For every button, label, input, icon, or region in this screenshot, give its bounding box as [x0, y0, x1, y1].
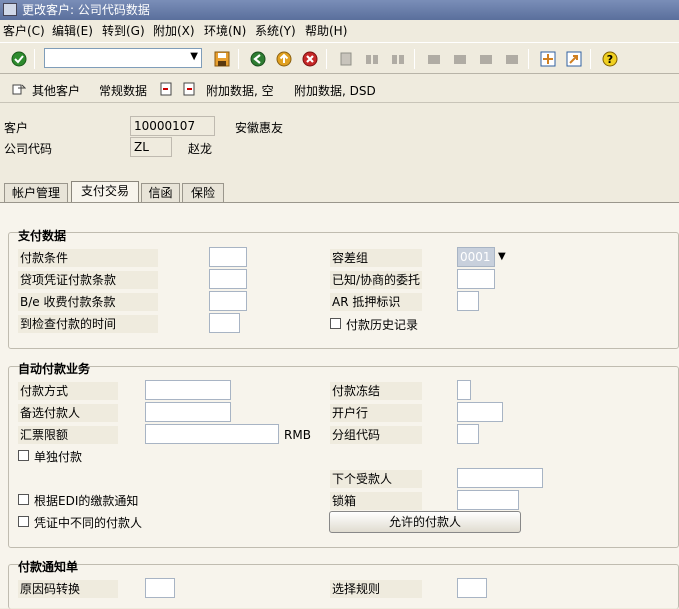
page-right-icon[interactable] [182, 82, 196, 96]
selection-rule-label: 选择规则 [330, 580, 422, 598]
tab-correspondence[interactable]: 信函 [141, 183, 180, 203]
tolerance-group-label: 容差组 [330, 249, 422, 267]
known-agent-input[interactable] [457, 269, 495, 289]
check-time-label: 到检查付款的时间 [18, 315, 158, 333]
different-payer-label: 凭证中不同的付款人 [34, 516, 143, 530]
house-bank-input[interactable] [457, 402, 503, 422]
be-charges-terms-input[interactable] [209, 291, 247, 311]
chevron-down-icon[interactable]: ▼ [190, 51, 198, 62]
ar-pledge-label: AR 抵押标识 [330, 293, 422, 311]
tab-panel: 支付数据 付款条件 贷项凭证付款条款 B/e 收费付款条款 到检查付款的时间 容… [0, 202, 679, 609]
print-icon[interactable] [338, 51, 354, 67]
additional-data-dsd-button[interactable]: 附加数据, DSD [294, 82, 376, 99]
credit-memo-terms-input[interactable] [209, 269, 247, 289]
company-code-label: 公司代码 [4, 142, 53, 156]
alternate-payer-label: 备选付款人 [18, 404, 118, 422]
next-payee-input[interactable] [457, 468, 543, 488]
customer-number-field[interactable]: 10000107 [130, 116, 215, 136]
payment-terms-label: 付款条件 [18, 249, 158, 267]
allowed-payer-button[interactable]: 允许的付款人 [329, 511, 521, 533]
known-agent-label: 已知/协商的委托 [330, 271, 422, 289]
last-page-icon[interactable] [504, 51, 520, 67]
menu-help[interactable]: 帮助(H) [305, 20, 347, 42]
new-session-icon[interactable] [540, 51, 556, 67]
menu-edit[interactable]: 编辑(E) [52, 20, 93, 42]
menu-goto[interactable]: 转到(G) [102, 20, 145, 42]
exit-icon[interactable] [276, 51, 292, 67]
tab-account-management[interactable]: 帐户管理 [4, 183, 68, 203]
find-icon[interactable] [364, 51, 380, 67]
chevron-down-icon[interactable]: ▼ [498, 251, 506, 262]
grouping-key-input[interactable] [457, 424, 479, 444]
page-left-icon[interactable] [159, 82, 173, 96]
payment-history-checkbox[interactable] [330, 318, 341, 329]
title-bar: 更改客户: 公司代码数据 [0, 0, 679, 20]
edi-advice-checkbox[interactable] [18, 494, 29, 505]
find-next-icon[interactable] [390, 51, 406, 67]
bill-limit-label: 汇票限额 [18, 426, 118, 444]
tab-payment-transactions[interactable]: 支付交易 [71, 181, 139, 203]
payment-terms-input[interactable] [209, 247, 247, 267]
cancel-icon[interactable] [302, 51, 318, 67]
auto-payment-title: 自动付款业务 [18, 362, 91, 376]
single-payment-checkbox[interactable] [18, 450, 29, 461]
credit-memo-terms-label: 贷项凭证付款条款 [18, 271, 158, 289]
first-page-icon[interactable] [426, 51, 442, 67]
customer-name: 安徽惠友 [235, 121, 284, 135]
additional-data-empty-button[interactable]: 附加数据, 空 [206, 82, 274, 99]
house-bank-label: 开户行 [330, 404, 422, 422]
general-data-button[interactable]: 常规数据 [99, 82, 147, 99]
ar-pledge-input[interactable] [457, 291, 479, 311]
be-charges-terms-label: B/e 收费付款条款 [18, 293, 158, 311]
menu-system[interactable]: 系统(Y) [255, 20, 296, 42]
payment-method-input[interactable] [145, 380, 231, 400]
reason-code-label: 原因码转换 [18, 580, 118, 598]
command-field[interactable]: ▼ [44, 48, 202, 68]
edi-advice-label: 根据EDI的缴款通知 [34, 494, 139, 508]
customer-label: 客户 [4, 121, 29, 135]
alternate-payer-input[interactable] [145, 402, 231, 422]
menu-customer[interactable]: 客户(C) [3, 20, 45, 42]
bill-limit-input[interactable] [145, 424, 279, 444]
different-payer-checkbox[interactable] [18, 516, 29, 527]
next-payee-label: 下个受款人 [330, 470, 422, 488]
single-payment-label: 单独付款 [34, 450, 83, 464]
payment-method-label: 付款方式 [18, 382, 118, 400]
tab-strip: 帐户管理 支付交易 信函 保险 [0, 181, 679, 203]
next-page-icon[interactable] [478, 51, 494, 67]
window-icon [3, 3, 17, 16]
back-icon[interactable] [250, 51, 266, 67]
reason-code-input[interactable] [145, 578, 175, 598]
lockbox-input[interactable] [457, 490, 519, 510]
lockbox-label: 锁箱 [330, 492, 422, 510]
remittance-title: 付款通知单 [18, 560, 79, 574]
payment-history-label: 付款历史记录 [346, 318, 419, 332]
payment-block-input[interactable] [457, 380, 471, 400]
menu-extras[interactable]: 附加(X) [153, 20, 195, 42]
tolerance-group-select[interactable]: 0001 [457, 247, 495, 267]
window-title: 更改客户: 公司代码数据 [22, 3, 150, 17]
company-name: 赵龙 [188, 142, 213, 156]
system-toolbar: ▼ ? [0, 42, 679, 74]
shortcut-icon[interactable] [566, 51, 582, 67]
other-customer-button[interactable]: 其他客户 [32, 82, 80, 99]
selection-rule-input[interactable] [457, 578, 487, 598]
company-code-field[interactable]: ZL [130, 137, 172, 157]
other-customer-icon[interactable] [12, 82, 26, 96]
payment-block-label: 付款冻结 [330, 382, 422, 400]
grouping-key-label: 分组代码 [330, 426, 422, 444]
enter-check-icon[interactable] [11, 51, 27, 67]
currency-label: RMB [284, 428, 311, 442]
menu-environment[interactable]: 环境(N) [204, 20, 246, 42]
save-icon[interactable] [214, 51, 230, 67]
menu-bar: 客户(C) 编辑(E) 转到(G) 附加(X) 环境(N) 系统(Y) 帮助(H… [0, 20, 679, 42]
payment-data-title: 支付数据 [18, 229, 67, 243]
previous-page-icon[interactable] [452, 51, 468, 67]
help-icon[interactable]: ? [602, 51, 618, 67]
svg-text:?: ? [607, 53, 613, 66]
tab-insurance[interactable]: 保险 [182, 183, 224, 203]
application-toolbar: 其他客户 常规数据 附加数据, 空 附加数据, DSD [0, 75, 679, 103]
check-time-input[interactable] [209, 313, 240, 333]
